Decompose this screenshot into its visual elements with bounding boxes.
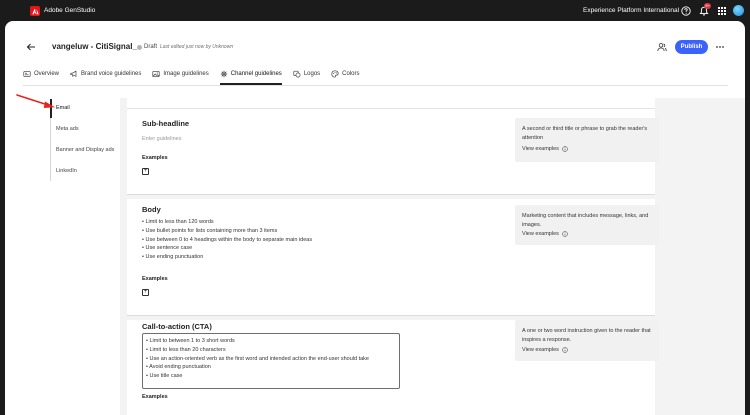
publish-button[interactable]: Publish: [675, 40, 708, 54]
top-bar: Adobe GenStudio Experience Platform Inte…: [0, 0, 750, 21]
tab-label: Colors: [342, 71, 360, 77]
view-examples-label: View examples: [522, 231, 559, 237]
adobe-logo-icon[interactable]: [30, 6, 40, 16]
section-divider: [127, 315, 655, 316]
sidenav-item-meta-ads[interactable]: Meta ads: [56, 125, 79, 133]
tab-bar: Overview Brand voice guidelines Image gu…: [23, 67, 371, 85]
last-edited-note: Last edited just now by Unknown: [160, 44, 234, 50]
help-icon[interactable]: [680, 5, 691, 16]
info-icon: [562, 231, 568, 237]
tab-label: Image guidelines: [163, 71, 209, 77]
tab-channel-guidelines[interactable]: Channel guidelines: [219, 67, 282, 85]
guideline-item: Use sentence case: [142, 244, 312, 253]
tab-label: Overview: [34, 71, 60, 77]
back-arrow-icon[interactable]: [25, 41, 37, 53]
info-description: A second or third title or phrase to gra…: [522, 126, 648, 141]
info-icon: [562, 146, 568, 152]
section-sub-headline: Sub-headline Enter guidelines Examples +…: [127, 98, 659, 194]
app-name[interactable]: Adobe GenStudio: [44, 6, 95, 15]
org-switcher[interactable]: Experience Platform International: [583, 6, 679, 15]
tab-colors[interactable]: Colors: [331, 67, 360, 81]
guideline-item: Use ending punctuation: [142, 253, 312, 262]
section-title: Call-to-action (CTA): [142, 322, 212, 331]
annotation-arrow-icon: [16, 94, 55, 108]
info-description: Marketing content that includes message,…: [522, 213, 649, 228]
app-switcher-icon[interactable]: [716, 5, 727, 16]
user-avatar[interactable]: [733, 5, 744, 16]
megaphone-icon: [70, 70, 77, 77]
tab-overview[interactable]: Overview: [23, 67, 59, 81]
guideline-item: Limit to between 1 to 3 short words: [146, 337, 396, 346]
tab-image-guidelines[interactable]: Image guidelines: [152, 67, 209, 81]
tab-label: Channel guidelines: [230, 71, 282, 77]
view-examples-label: View examples: [522, 146, 559, 152]
sidenav-item-linkedin[interactable]: LinkedIn: [56, 167, 77, 175]
info-panel: A second or third title or phrase to gra…: [515, 118, 659, 162]
view-examples-link[interactable]: View examples: [522, 230, 568, 238]
section-cta: Call-to-action (CTA) Limit to between 1 …: [127, 320, 659, 415]
section-title: Sub-headline: [142, 119, 190, 128]
status-badge: Draft: [144, 44, 158, 50]
share-user-icon[interactable]: [656, 41, 668, 53]
overview-icon: [23, 71, 31, 77]
tab-label: Logos: [303, 71, 321, 77]
section-divider: [127, 194, 655, 195]
sidenav-item-banner-display-ads[interactable]: Banner and Display ads: [56, 146, 114, 154]
info-panel: A one or two word instruction given to t…: [515, 320, 659, 361]
guideline-item: Use bullet points for lists containing m…: [142, 227, 312, 236]
examples-label: Examples: [142, 155, 168, 161]
guidelines-content: Sub-headline Enter guidelines Examples +…: [120, 98, 745, 415]
info-description: A one or two word instruction given to t…: [522, 328, 651, 343]
section-body: Body Limit to less than 120 words Use bu…: [127, 199, 659, 315]
view-examples-link[interactable]: View examples: [522, 346, 568, 354]
more-options-icon[interactable]: [714, 41, 726, 53]
channel-icon: [220, 70, 227, 78]
tab-brand-voice[interactable]: Brand voice guidelines: [70, 67, 141, 81]
tabs-divider: [23, 85, 728, 86]
section-divider: [127, 108, 655, 109]
view-examples-label: View examples: [522, 347, 559, 353]
examples-label: Examples: [142, 394, 168, 400]
image-icon: [152, 71, 160, 77]
tab-logos[interactable]: Logos: [293, 67, 320, 81]
tab-label: Brand voice guidelines: [81, 71, 142, 77]
examples-label: Examples: [142, 276, 168, 282]
add-example-button[interactable]: +: [142, 289, 149, 296]
guideline-item: Use between 0 to 4 headings within the b…: [142, 236, 312, 245]
body-guidelines[interactable]: Limit to less than 120 words Use bullet …: [142, 218, 312, 262]
info-panel: Marketing content that includes message,…: [515, 205, 659, 245]
page-title: vangeluw - CitiSignal_: [52, 42, 137, 51]
guideline-item: Avoid ending punctuation: [146, 363, 396, 372]
status-dot: [137, 45, 142, 50]
main-panel: vangeluw - CitiSignal_ Draft Last edited…: [5, 21, 745, 415]
palette-icon: [331, 70, 339, 78]
guideline-item: Limit to less than 120 words: [142, 218, 312, 227]
logo-icon: [293, 70, 301, 78]
guideline-item: Use title case: [146, 372, 396, 381]
guideline-item: Use an action-oriented verb as the first…: [146, 355, 396, 364]
guideline-item: Limit to less than 20 characters: [146, 346, 396, 355]
notification-badge: 9+: [704, 3, 711, 9]
add-example-button[interactable]: +: [142, 168, 149, 175]
channel-sidenav: Email Meta ads Banner and Display ads Li…: [50, 99, 114, 181]
view-examples-link[interactable]: View examples: [522, 145, 568, 153]
guidelines-input[interactable]: Enter guidelines: [142, 135, 181, 143]
section-title: Body: [142, 205, 161, 214]
info-icon: [562, 347, 568, 353]
cta-guidelines-input[interactable]: Limit to between 1 to 3 short words Limi…: [142, 333, 400, 389]
